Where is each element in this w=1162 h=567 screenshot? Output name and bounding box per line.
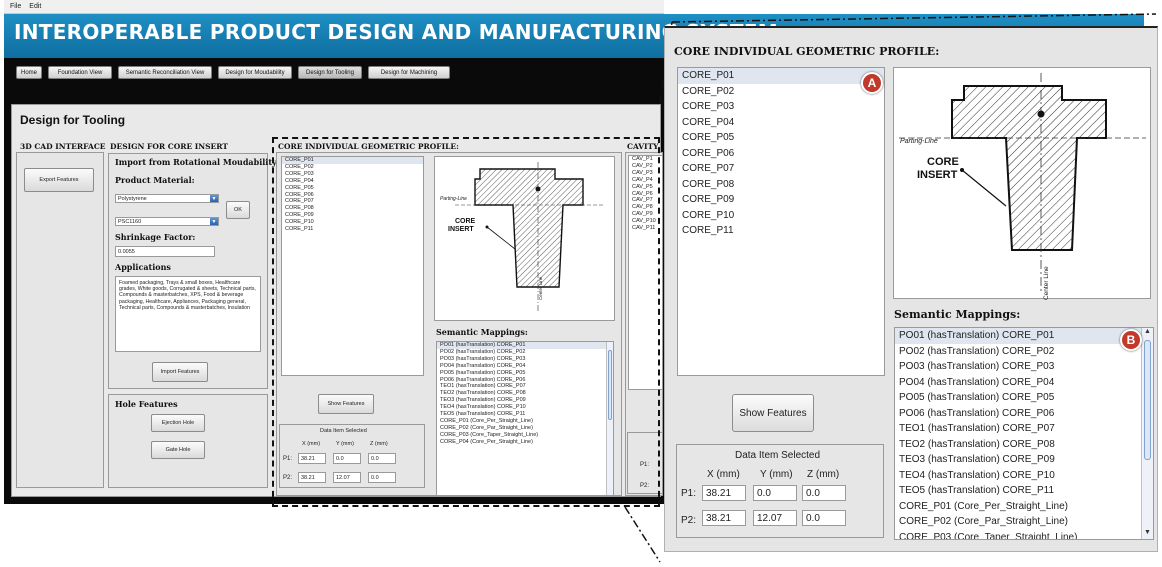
mapping-item[interactable]: CORE_P01 (Core_Per_Straight_Line) — [895, 499, 1153, 515]
list-item[interactable]: CORE_P01 — [678, 68, 884, 84]
mapping-item[interactable]: PO06 (hasTranslation) CORE_P06 — [895, 406, 1153, 422]
mapping-item[interactable]: PO03 (hasTranslation) CORE_P03 — [895, 359, 1153, 375]
zoom-p2-x-field[interactable]: 38.21 — [702, 510, 746, 526]
list-item[interactable]: CORE_P11 — [678, 223, 884, 239]
list-item[interactable]: CORE_P07 — [678, 161, 884, 177]
list-item[interactable]: CORE_P05 — [678, 130, 884, 146]
mapping-item[interactable]: CORE_P02 (Core_Par_Straight_Line) — [895, 514, 1153, 530]
list-item[interactable]: CORE_P08 — [678, 177, 884, 193]
zoom-show-features-button[interactable]: Show Features — [732, 394, 814, 432]
zoom-p2-label: P2: — [681, 515, 697, 526]
zoom-mappings-scrollbar[interactable]: ▲ ▼ — [1141, 328, 1153, 539]
zoom-semantic-mappings-header: Semantic Mappings: — [894, 308, 1021, 321]
zoom-p1-label: P1: — [681, 488, 697, 499]
zoom-p1-y-field[interactable]: 0.0 — [753, 485, 797, 501]
mapping-item[interactable]: PO05 (hasTranslation) CORE_P05 — [895, 390, 1153, 406]
list-item[interactable]: CORE_P02 — [678, 84, 884, 100]
zoom-parting-line-label: Parting-Line — [900, 138, 938, 145]
mapping-item[interactable]: TEO3 (hasTranslation) CORE_P09 — [895, 452, 1153, 468]
scroll-down-arrow-icon[interactable]: ▼ — [1142, 529, 1153, 539]
zoom-semantic-mappings-list[interactable]: PO01 (hasTranslation) CORE_P01 PO02 (has… — [894, 327, 1154, 540]
zoom-p1-z-field[interactable]: 0.0 — [802, 485, 846, 501]
mapping-item[interactable]: PO04 (hasTranslation) CORE_P04 — [895, 375, 1153, 391]
zoom-p2-y-field[interactable]: 12.07 — [753, 510, 797, 526]
list-item[interactable]: CORE_P06 — [678, 146, 884, 162]
zoom-col-x-label: X (mm) — [707, 469, 740, 480]
scroll-up-arrow-icon[interactable]: ▲ — [1142, 328, 1153, 338]
mapping-item[interactable]: TEO1 (hasTranslation) CORE_P07 — [895, 421, 1153, 437]
mapping-item[interactable]: PO02 (hasTranslation) CORE_P02 — [895, 344, 1153, 360]
zoom-profile-header: CORE INDIVIDUAL GEOMETRIC PROFILE: — [674, 45, 940, 58]
list-item[interactable]: CORE_P10 — [678, 208, 884, 224]
zoom-center-line-label: Center Line — [1043, 266, 1050, 300]
mapping-item[interactable]: TEO2 (hasTranslation) CORE_P08 — [895, 437, 1153, 453]
mapping-item[interactable]: TEO5 (hasTranslation) CORE_P11 — [895, 483, 1153, 499]
zoom-col-y-label: Y (mm) — [760, 469, 793, 480]
zoom-core-label: CORE — [927, 156, 959, 168]
list-item[interactable]: CORE_P09 — [678, 192, 884, 208]
zoom-p2-z-field[interactable]: 0.0 — [802, 510, 846, 526]
mapping-item[interactable]: CORE_P03 (Core_Taper_Straight_Line) — [895, 530, 1153, 540]
callout-badge-b: B — [1120, 329, 1142, 351]
scrollbar-thumb[interactable] — [1144, 340, 1151, 460]
mapping-item[interactable]: TEO4 (hasTranslation) CORE_P10 — [895, 468, 1153, 484]
zoom-data-item-title: Data Item Selected — [735, 450, 821, 461]
callout-badge-a: A — [861, 72, 883, 94]
list-item[interactable]: CORE_P03 — [678, 99, 884, 115]
zoom-p1-x-field[interactable]: 38.21 — [702, 485, 746, 501]
mapping-item[interactable]: PO01 (hasTranslation) CORE_P01 — [895, 328, 1153, 344]
zoom-insert-label: INSERT — [917, 169, 958, 181]
zoom-core-insert-drawing — [893, 67, 1151, 299]
list-item[interactable]: CORE_P04 — [678, 115, 884, 131]
zoom-profile-list[interactable]: CORE_P01 CORE_P02 CORE_P03 CORE_P04 CORE… — [677, 67, 885, 376]
zoom-col-z-label: Z (mm) — [807, 469, 840, 480]
